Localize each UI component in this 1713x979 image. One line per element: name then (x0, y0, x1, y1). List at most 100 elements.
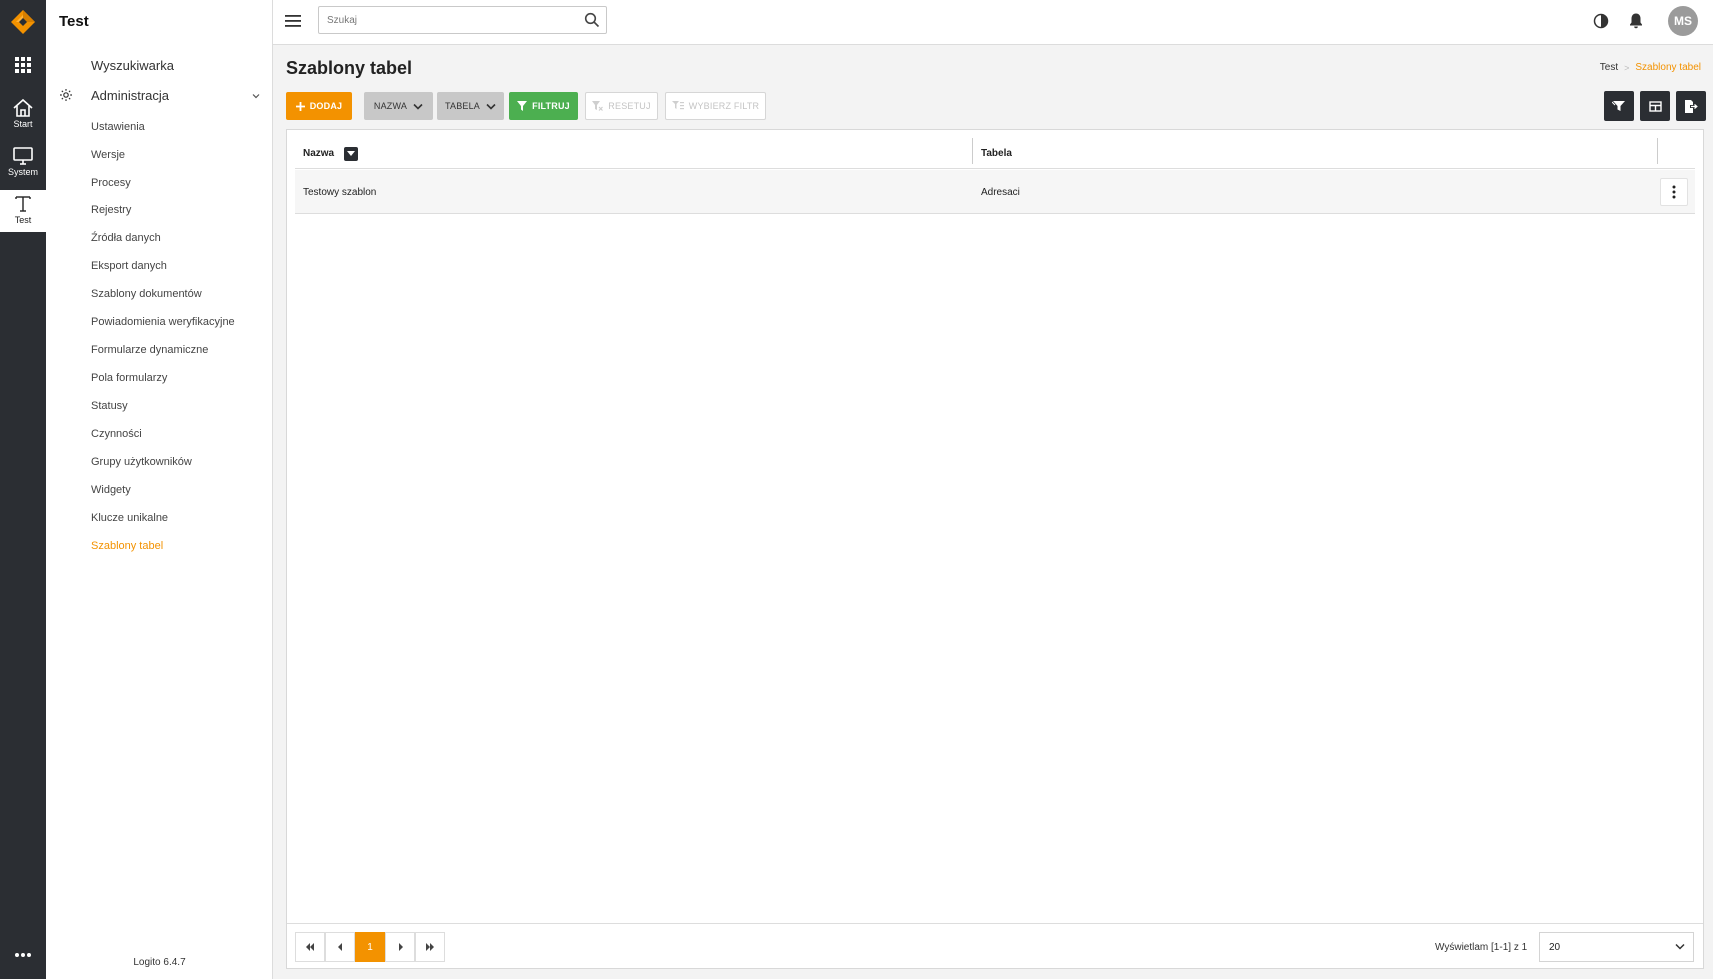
double-chevron-left-icon (306, 943, 314, 951)
search-icon[interactable] (584, 12, 600, 28)
sidebar: Test Wyszukiwarka Administracja Ustawien… (46, 0, 273, 979)
sidebar-item-widgety[interactable]: Widgety (91, 484, 131, 496)
avatar[interactable]: MS (1668, 6, 1698, 36)
sidebar-item-rejestry[interactable]: Rejestry (91, 204, 131, 216)
page-button-1[interactable]: 1 (355, 932, 385, 962)
page-size-select[interactable]: 20 (1539, 932, 1694, 962)
sidebar-item-pola-formularzy[interactable]: Pola formularzy (91, 372, 167, 384)
app-rail: Start System Test (0, 0, 46, 979)
cell-table: Adresaci (981, 186, 1020, 198)
sidebar-section-admin[interactable]: Administracja (91, 88, 169, 103)
sidebar-item-formularze[interactable]: Formularze dynamiczne (91, 344, 208, 356)
column-resize-handle[interactable] (972, 138, 973, 164)
filter-table-label: TABELA (444, 101, 481, 111)
logito-logo-icon[interactable] (10, 9, 36, 35)
table-row[interactable]: Testowy szablon Adresaci (295, 170, 1695, 214)
sidebar-item-powiadomienia[interactable]: Powiadomienia weryfikacyjne (91, 316, 235, 328)
reset-filter-label: RESETUJ (608, 101, 651, 111)
sidebar-item-zrodla-danych[interactable]: Źródła danych (91, 232, 161, 244)
text-t-icon (15, 196, 31, 212)
apps-grid-icon (15, 57, 31, 73)
filter-list-icon (671, 101, 684, 110)
more-button[interactable] (0, 952, 46, 964)
sidebar-item-search[interactable]: Wyszukiwarka (91, 58, 174, 73)
rail-label: Test (14, 215, 32, 225)
sort-dropdown-icon[interactable] (344, 146, 359, 161)
pagination: 1 Wyświetlam [1-1] z 1 20 (287, 923, 1703, 968)
sidebar-item-procesy[interactable]: Procesy (91, 177, 131, 189)
kebab-menu-icon (1672, 185, 1676, 199)
table-grid-icon (1648, 100, 1662, 112)
prev-page-button[interactable] (325, 932, 355, 962)
sidebar-item-czynnosci[interactable]: Czynności (91, 428, 142, 440)
sidebar-item-ustawienia[interactable]: Ustawienia (91, 121, 145, 133)
row-actions-button[interactable] (1660, 178, 1688, 206)
filter-panel-button[interactable] (1604, 91, 1634, 121)
gear-icon (60, 89, 72, 101)
filter-clear-icon (592, 101, 604, 111)
rail-item-start[interactable]: Start (0, 98, 46, 136)
apps-grid-button[interactable] (0, 56, 46, 76)
double-chevron-right-icon (426, 943, 434, 951)
search-box (318, 6, 607, 34)
table-card: Nazwa Tabela Testowy szablon Adresaci 1 (286, 129, 1704, 969)
hamburger-menu-icon[interactable] (285, 14, 301, 28)
sidebar-item-szablony-dokumentow[interactable]: Szablony dokumentów (91, 288, 202, 300)
table-view-button[interactable] (1640, 91, 1670, 121)
monitor-icon (13, 147, 33, 165)
page-title: Szablony tabel (286, 58, 413, 78)
filter-name-label: NAZWA (373, 101, 408, 111)
cell-name: Testowy szablon (303, 186, 377, 198)
chevron-down-icon[interactable] (251, 91, 261, 101)
filter-button[interactable]: FILTRUJ (509, 92, 578, 120)
rail-label: System (7, 167, 38, 177)
next-page-button[interactable] (385, 932, 415, 962)
sidebar-item-wersje[interactable]: Wersje (91, 149, 125, 161)
sidebar-item-grupy-uzytkownikow[interactable]: Grupy użytkowników (91, 456, 192, 468)
pagination-info: Wyświetlam [1-1] z 1 (1435, 941, 1528, 953)
first-page-button[interactable] (295, 932, 325, 962)
filter-table-dropdown[interactable]: TABELA (437, 92, 504, 120)
filter-button-label: FILTRUJ (532, 101, 570, 111)
column-header-nazwa[interactable]: Nazwa (303, 138, 359, 169)
export-button[interactable] (1676, 91, 1706, 121)
sidebar-item-eksport-danych[interactable]: Eksport danych (91, 260, 167, 272)
contrast-icon[interactable] (1593, 13, 1609, 29)
reset-filter-button[interactable]: RESETUJ (585, 92, 658, 120)
chevron-down-icon (413, 103, 423, 110)
filter-icon (1612, 101, 1625, 111)
sidebar-item-klucze-unikalne[interactable]: Klucze unikalne (91, 512, 168, 524)
plus-icon (295, 101, 305, 111)
bell-icon[interactable] (1628, 12, 1644, 30)
rail-item-system[interactable]: System (0, 146, 46, 184)
breadcrumb: Test > Szablony tabel (1600, 62, 1701, 73)
last-page-button[interactable] (415, 932, 445, 962)
column-resize-handle[interactable] (1657, 138, 1658, 164)
more-dots-icon (15, 953, 31, 957)
sidebar-item-szablony-tabel[interactable]: Szablony tabel (91, 540, 163, 552)
rail-label: Start (13, 119, 33, 129)
app-version: Logito 6.4.7 (133, 957, 186, 968)
breadcrumb-home-link[interactable]: Test (1600, 62, 1618, 73)
home-icon (13, 98, 33, 117)
filter-funnel-icon (517, 101, 528, 111)
column-header-tabela[interactable]: Tabela (981, 138, 1012, 169)
sidebar-item-statusy[interactable]: Statusy (91, 400, 128, 412)
add-button-label: DODAJ (309, 101, 343, 111)
add-button[interactable]: DODAJ (286, 92, 352, 120)
sidebar-title: Test (59, 13, 89, 30)
rail-item-test[interactable]: Test (0, 190, 46, 232)
table-header: Nazwa Tabela (295, 138, 1695, 169)
breadcrumb-current: Szablony tabel (1635, 62, 1701, 73)
column-header-label: Tabela (981, 148, 1012, 159)
filter-name-dropdown[interactable]: NAZWA (364, 92, 433, 120)
topbar: MS (273, 0, 1713, 45)
page-size-value: 20 (1549, 941, 1561, 953)
chevron-left-icon (337, 943, 342, 951)
chevron-down-icon (1675, 943, 1685, 950)
choose-filter-button[interactable]: WYBIERZ FILTR (665, 92, 766, 120)
search-input[interactable] (319, 7, 559, 33)
choose-filter-label: WYBIERZ FILTR (688, 101, 760, 111)
chevron-right-icon (398, 943, 403, 951)
column-header-label: Nazwa (303, 148, 335, 159)
